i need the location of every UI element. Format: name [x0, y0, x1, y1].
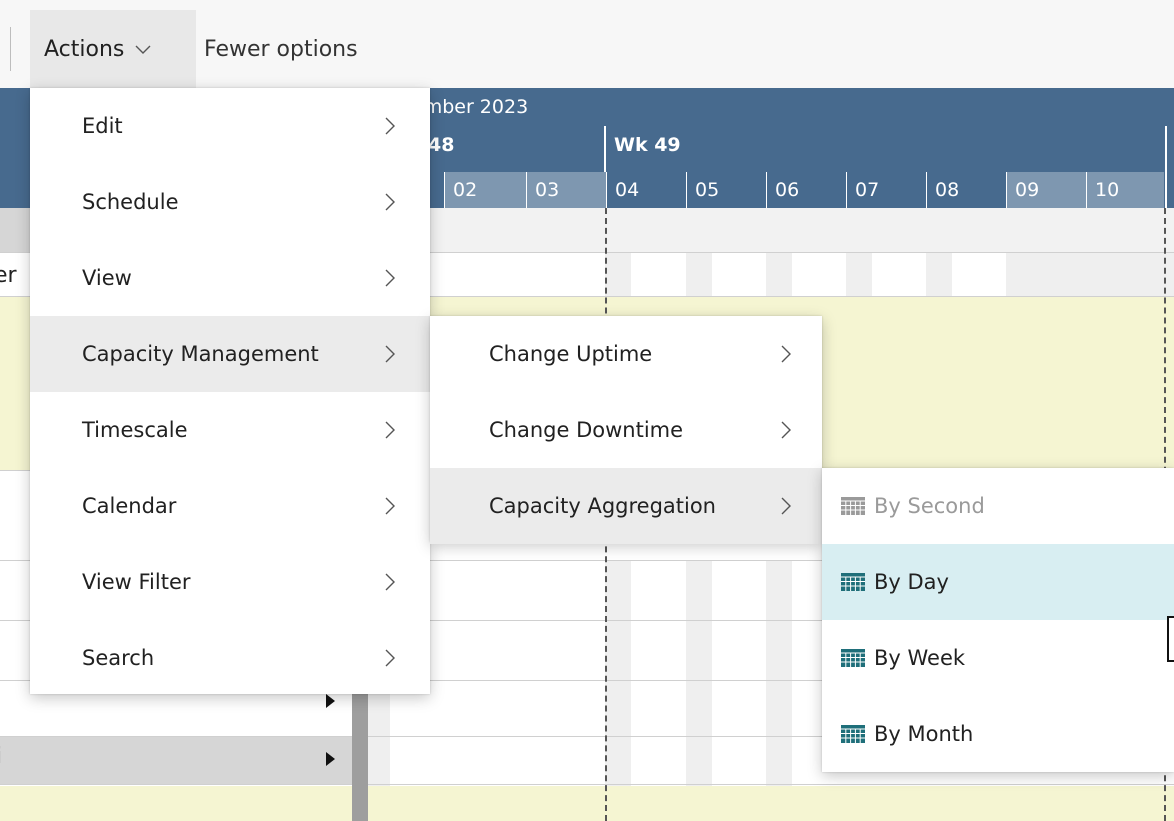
timeline-column	[846, 252, 872, 296]
menu-item-calendar[interactable]: Calendar	[30, 468, 430, 544]
timeline-column	[926, 252, 952, 296]
day-cell: 04	[606, 172, 686, 208]
day-cell: 05	[686, 172, 766, 208]
menu-item-label: Timescale	[82, 418, 188, 442]
chevron-down-icon	[135, 45, 151, 54]
day-cell: 06	[766, 172, 846, 208]
actions-menu: Edit Schedule View Capacity Management Times…	[30, 88, 430, 694]
day-cell: 03	[526, 172, 606, 208]
chevron-right-icon	[781, 345, 791, 363]
fewer-options-label: Fewer options	[204, 36, 358, 62]
fewer-options-button[interactable]: Fewer options	[204, 10, 358, 88]
calendar-grid-icon	[841, 725, 865, 743]
menu-item-label: Capacity Management	[82, 342, 319, 366]
calendar-grid-icon	[841, 573, 865, 591]
capacity-aggregation-submenu: By Second By Day By Week By Month	[822, 468, 1174, 772]
menu-item-by-second[interactable]: By Second	[822, 468, 1174, 544]
menu-item-timescale[interactable]: Timescale	[30, 392, 430, 468]
timeline-column	[1006, 252, 1174, 296]
chevron-right-icon	[385, 649, 395, 667]
menu-item-label: Calendar	[82, 494, 177, 518]
menu-item-search[interactable]: Search	[30, 620, 430, 696]
timeline-column	[766, 252, 792, 296]
action-bar: Actions Fewer options	[0, 0, 1174, 88]
row-divider	[0, 784, 1174, 785]
expand-arrow-icon[interactable]	[326, 694, 335, 708]
cursor-fragment	[1167, 616, 1174, 662]
menu-item-label: Change Downtime	[489, 418, 684, 442]
menu-item-edit[interactable]: Edit	[30, 88, 430, 164]
week-divider	[1165, 126, 1167, 208]
row-header-band	[0, 736, 352, 784]
actions-label: Actions	[44, 36, 125, 62]
week-label: Wk 49	[614, 134, 681, 156]
menu-item-capacity-aggregation[interactable]: Capacity Aggregation	[430, 468, 822, 544]
menu-item-by-week[interactable]: By Week	[822, 620, 1174, 696]
menu-item-label: Capacity Aggregation	[489, 494, 716, 518]
menu-item-label: By Week	[874, 646, 966, 670]
timeline-row	[430, 208, 1174, 252]
timeline-row-highlight	[0, 786, 1174, 821]
row-header-band	[0, 208, 30, 252]
menu-item-label: View Filter	[82, 570, 191, 594]
menu-item-label: Schedule	[82, 190, 179, 214]
row-label-fragment: i	[0, 744, 2, 769]
menu-item-view[interactable]: View	[30, 240, 430, 316]
capacity-management-submenu: Change Uptime Change Downtime Capacity Agg…	[430, 316, 822, 544]
menu-item-label: Change Uptime	[489, 342, 653, 366]
menu-item-capacity-management[interactable]: Capacity Management	[30, 316, 430, 392]
timeline-column	[766, 560, 792, 786]
timeline-column	[686, 252, 712, 296]
menu-item-schedule[interactable]: Schedule	[30, 164, 430, 240]
day-cell: 08	[926, 172, 1006, 208]
chevron-right-icon	[385, 269, 395, 287]
toolbar-separator	[10, 27, 11, 71]
menu-item-change-uptime[interactable]: Change Uptime	[430, 316, 822, 392]
menu-item-label: By Month	[874, 722, 974, 746]
menu-item-label: Edit	[82, 114, 123, 138]
chevron-right-icon	[385, 573, 395, 591]
menu-item-change-downtime[interactable]: Change Downtime	[430, 392, 822, 468]
expand-arrow-icon[interactable]	[326, 752, 335, 766]
menu-item-by-month[interactable]: By Month	[822, 696, 1174, 772]
chevron-right-icon	[385, 421, 395, 439]
timeline-column	[605, 560, 631, 786]
menu-item-label: View	[82, 266, 132, 290]
chevron-right-icon	[781, 421, 791, 439]
menu-item-label: By Second	[874, 494, 985, 518]
row-label-fragment: er	[0, 263, 17, 288]
chevron-right-icon	[385, 345, 395, 363]
actions-menu-button[interactable]: Actions	[30, 10, 196, 88]
chevron-right-icon	[385, 497, 395, 515]
day-cell: 07	[846, 172, 926, 208]
timeline-column	[605, 252, 631, 296]
day-cell: 10	[1086, 172, 1164, 208]
chevron-right-icon	[385, 193, 395, 211]
day-cell: 09	[1006, 172, 1086, 208]
menu-item-view-filter[interactable]: View Filter	[30, 544, 430, 620]
week-label: 48	[428, 134, 455, 156]
timeline-column	[686, 560, 712, 786]
menu-item-label: Search	[82, 646, 155, 670]
calendar-grid-icon	[841, 649, 865, 667]
chevron-right-icon	[385, 117, 395, 135]
day-cell: 02	[444, 172, 526, 208]
chevron-right-icon	[781, 497, 791, 515]
calendar-grid-icon	[841, 497, 865, 515]
menu-item-by-day[interactable]: By Day	[822, 544, 1174, 620]
menu-item-label: By Day	[874, 570, 949, 594]
